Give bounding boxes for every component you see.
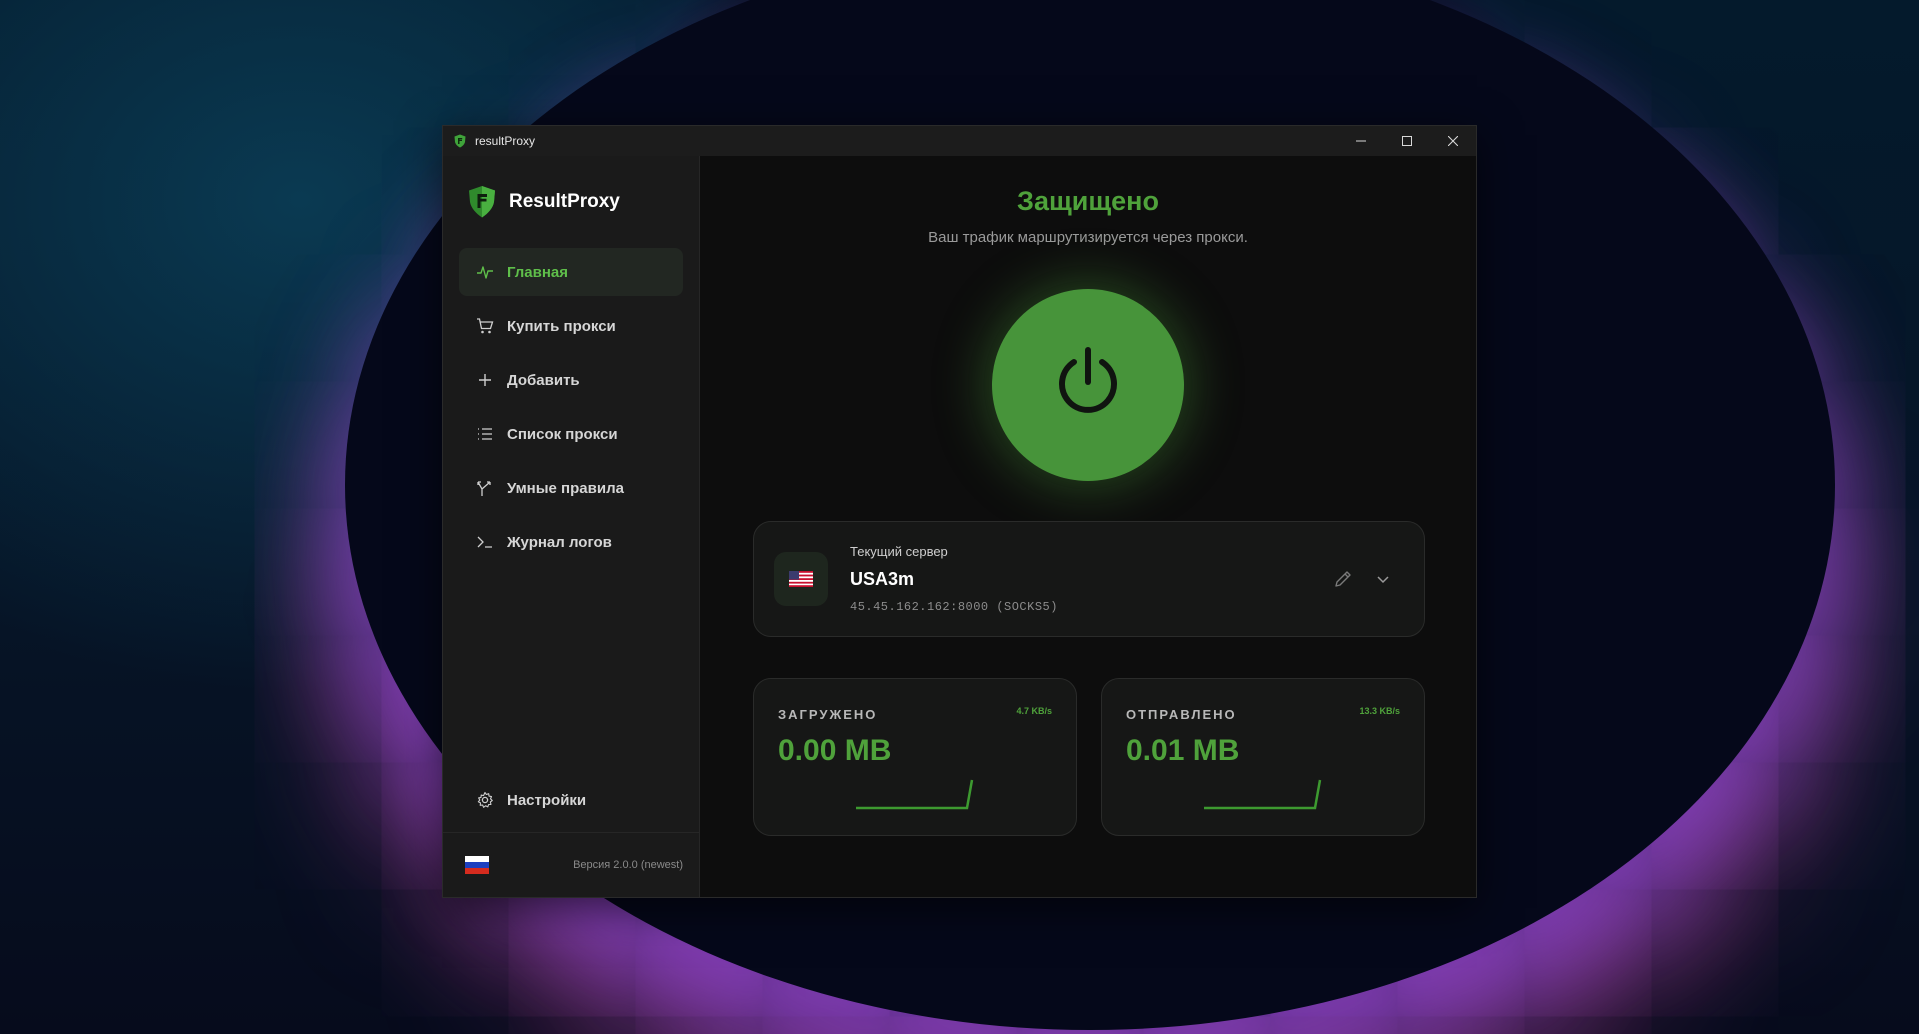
status-subtitle: Ваш трафик маршрутизируется через прокси… [928, 229, 1248, 246]
downloaded-stat-card: ЗАГРУЖЕНО 4.7 KB/s 0.00 MB [753, 678, 1077, 836]
brand: ResultProxy [443, 156, 699, 226]
downloaded-value: 0.00 MB [778, 734, 892, 767]
uploaded-label: ОТПРАВЛЕНО [1126, 707, 1237, 722]
power-icon [1059, 347, 1117, 413]
app-shield-icon [454, 134, 466, 148]
cart-icon [475, 316, 495, 336]
downloaded-rate: 4.7 KB/s [1016, 706, 1052, 716]
window-title: resultProxy [475, 134, 536, 148]
sidebar-item-buy-proxy[interactable]: Купить прокси [459, 302, 683, 350]
power-button[interactable] [992, 289, 1184, 481]
sidebar-item-settings[interactable]: Настройки [459, 776, 683, 824]
sidebar-item-add[interactable]: Добавить [459, 356, 683, 404]
server-address: 45.45.162.162:8000 (SOCKS5) [850, 600, 1058, 614]
list-icon [475, 424, 495, 444]
sidebar-item-label: Главная [507, 263, 569, 281]
maximize-button[interactable] [1384, 126, 1430, 156]
uploaded-rate: 13.3 KB/s [1359, 706, 1400, 716]
maximize-icon [1402, 136, 1412, 146]
minimize-icon [1356, 140, 1366, 142]
close-button[interactable] [1430, 126, 1476, 156]
sidebar-item-smart-rules[interactable]: Умные правила [459, 464, 683, 512]
server-name: USA3m [850, 569, 915, 589]
sidebar-item-home[interactable]: Главная [459, 248, 683, 296]
edit-pencil-icon[interactable] [1332, 568, 1354, 590]
gear-icon [475, 790, 495, 810]
version-text: Версия 2.0.0 (newest) [573, 859, 683, 871]
us-flag-icon [789, 571, 813, 587]
app-window: resultProxy ResultProxy Главная Купить п… [442, 125, 1477, 898]
downloaded-label: ЗАГРУЖЕНО [778, 707, 878, 722]
activity-icon [475, 262, 495, 282]
brand-name: ResultProxy [509, 191, 620, 212]
upload-sparkline [1204, 779, 1322, 810]
sidebar-footer: Версия 2.0.0 (newest) [443, 832, 699, 897]
server-label: Текущий сервер [850, 544, 948, 559]
status-title: Защищено [1017, 186, 1159, 216]
server-flag-box [774, 552, 828, 606]
sidebar-nav: Главная Купить прокси Добавить Список пр… [443, 248, 699, 572]
shield-logo-icon [469, 186, 495, 218]
sidebar-item-label: Настройки [507, 791, 587, 809]
minimize-button[interactable] [1338, 126, 1384, 156]
plus-icon [475, 370, 495, 390]
sidebar-item-label: Журнал логов [507, 533, 612, 551]
ru-flag-icon[interactable] [465, 856, 489, 874]
title-bar[interactable]: resultProxy [443, 126, 1476, 156]
sidebar-item-proxy-list[interactable]: Список прокси [459, 410, 683, 458]
branch-icon [475, 478, 495, 498]
terminal-icon [475, 532, 495, 552]
sidebar-item-label: Список прокси [507, 425, 618, 443]
sidebar-item-label: Купить прокси [507, 317, 616, 335]
sidebar: ResultProxy Главная Купить прокси Добави… [443, 156, 700, 897]
sidebar-item-label: Добавить [507, 371, 580, 389]
download-sparkline [856, 779, 974, 810]
uploaded-value: 0.01 MB [1126, 734, 1240, 767]
sidebar-item-logs[interactable]: Журнал логов [459, 518, 683, 566]
main-panel: Защищено Ваш трафик маршрутизируется чер… [700, 156, 1476, 897]
chevron-down-icon[interactable] [1374, 570, 1392, 588]
current-server-card[interactable]: Текущий сервер USA3m 45.45.162.162:8000 … [753, 521, 1425, 637]
uploaded-stat-card: ОТПРАВЛЕНО 13.3 KB/s 0.01 MB [1101, 678, 1425, 836]
close-icon [1448, 136, 1458, 146]
sidebar-item-label: Умные правила [507, 479, 624, 497]
